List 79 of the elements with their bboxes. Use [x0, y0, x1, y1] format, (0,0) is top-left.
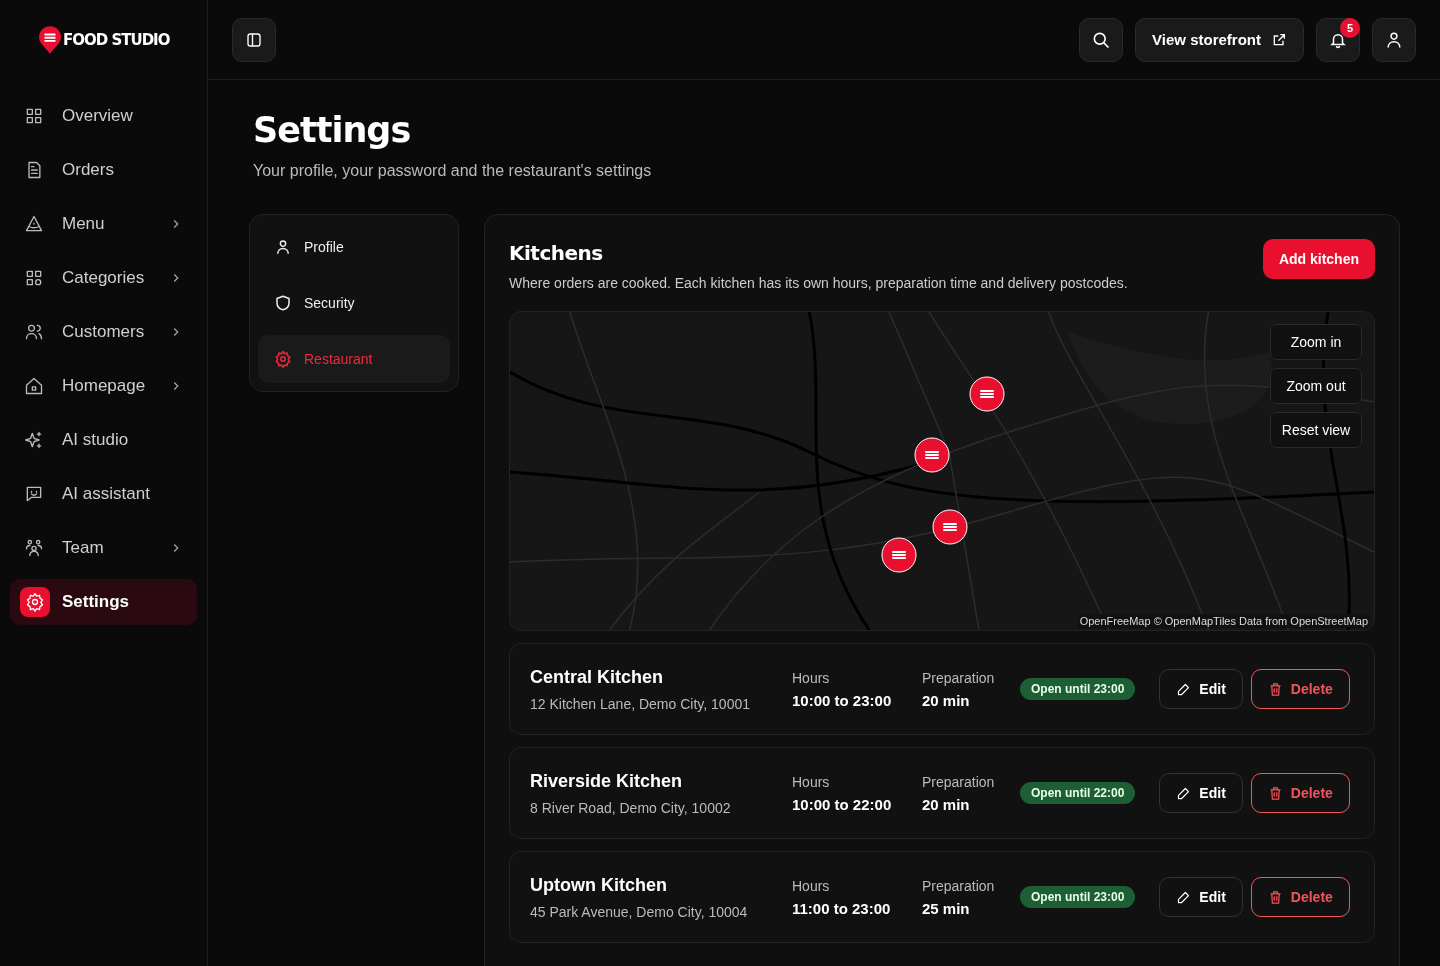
map-control-button[interactable]: Zoom out — [1270, 368, 1362, 404]
pencil-icon — [1176, 681, 1192, 697]
preparation-value: 25 min — [922, 899, 971, 917]
logo-pin-icon — [39, 26, 61, 54]
open-status-badge: Open until 23:00 — [1020, 886, 1136, 908]
kitchen-name: Riverside Kitchen — [530, 770, 684, 792]
external-link-icon — [1271, 31, 1287, 48]
people-icon — [24, 322, 44, 342]
open-status-badge: Open until 23:00 — [1020, 678, 1136, 700]
preparation-value: 20 min — [922, 691, 971, 709]
kitchen-name: Uptown Kitchen — [530, 874, 668, 896]
preparation-label: Preparation — [922, 773, 996, 790]
kitchen-address: 12 Kitchen Lane, Demo City, 10001 — [530, 695, 751, 712]
notifications-button[interactable]: 5 — [1316, 17, 1360, 62]
page-subtitle: Your profile, your password and the restaurant's settings — [253, 162, 653, 180]
view-storefront-button[interactable]: View storefront — [1135, 17, 1304, 62]
sidebar-item[interactable]: Overview — [10, 93, 197, 139]
add-kitchen-button[interactable]: Add kitchen — [1262, 239, 1375, 279]
account-button[interactable] — [1372, 17, 1416, 62]
sidebar-toggle-button[interactable] — [232, 17, 276, 62]
preparation-value: 20 min — [922, 795, 971, 813]
delete-button[interactable]: Delete — [1250, 669, 1350, 709]
house-icon — [24, 376, 44, 396]
kitchen-address: 8 River Road, Demo City, 10002 — [530, 799, 732, 816]
burger-marker-icon[interactable] — [881, 537, 917, 573]
settings-nav-item[interactable]: Security — [258, 279, 450, 327]
sidebar-item[interactable]: Settings — [10, 579, 197, 625]
map-attribution: OpenFreeMap © OpenMapTiles Data from OpenStreetMap — [1077, 614, 1370, 628]
burger-marker-icon[interactable] — [932, 509, 968, 545]
grid-icon — [24, 106, 44, 126]
kitchen-address: 45 Park Avenue, Demo City, 10004 — [530, 903, 749, 920]
sidebar-item[interactable]: Team — [10, 525, 197, 571]
hours-label: Hours — [792, 877, 831, 894]
page-title: Settings — [253, 110, 412, 150]
grid-icon — [24, 268, 44, 288]
sidebar-item[interactable]: Categories — [10, 255, 197, 301]
kitchen-name: Central Kitchen — [530, 666, 665, 688]
person-icon — [274, 238, 292, 256]
sidebar-item[interactable]: Menu — [10, 201, 197, 247]
edit-button[interactable]: Edit — [1159, 669, 1243, 709]
sidebar-item[interactable]: Orders — [10, 147, 197, 193]
group-icon — [24, 538, 44, 558]
map[interactable]: Zoom in Zoom out Reset view OpenFreeMap © OpenMapTiles Data from OpenStreetMap — [509, 311, 1375, 631]
delete-button[interactable]: Delete — [1250, 877, 1350, 917]
map-control-button[interactable]: Zoom in — [1270, 324, 1362, 360]
notification-count-badge: 5 — [1340, 17, 1360, 38]
section-description: Where orders are cooked. Each kitchen has its own hours, preparation time and delivery postcodes. — [509, 275, 1128, 291]
pizza-slice-icon — [24, 214, 44, 234]
hours-value: 11:00 to 23:00 — [792, 899, 892, 917]
settings-icon — [20, 587, 50, 617]
pencil-icon — [1176, 785, 1192, 801]
search-button[interactable] — [1079, 17, 1124, 62]
open-status-badge: Open until 22:00 — [1020, 782, 1136, 804]
shield-icon — [274, 294, 292, 312]
delete-button[interactable]: Delete — [1250, 773, 1350, 813]
settings-nav-item[interactable]: Restaurant — [258, 335, 450, 383]
hours-value: 10:00 to 22:00 — [792, 795, 893, 813]
section-title: Kitchens — [509, 241, 604, 265]
sidebar-item[interactable]: AI studio — [10, 417, 197, 463]
sidebar-panel-icon — [245, 30, 263, 49]
burger-marker-icon[interactable] — [969, 376, 1005, 412]
sparkle-icon — [24, 430, 44, 450]
burger-marker-icon[interactable] — [914, 437, 950, 473]
preparation-label: Preparation — [922, 877, 996, 894]
sidebar-item[interactable]: Homepage — [10, 363, 197, 409]
hours-value: 10:00 to 23:00 — [792, 691, 893, 709]
hours-label: Hours — [792, 773, 831, 790]
edit-button[interactable]: Edit — [1159, 877, 1243, 917]
brand-name: FOOD STUDIO — [63, 31, 170, 49]
pencil-icon — [1176, 889, 1192, 905]
sidebar-item[interactable]: AI assistant — [10, 471, 197, 517]
sidebar-item[interactable]: Customers — [10, 309, 197, 355]
map-control-button[interactable]: Reset view — [1270, 412, 1362, 448]
edit-button[interactable]: Edit — [1159, 773, 1243, 813]
settings-nav-item[interactable]: Profile — [258, 223, 450, 271]
preparation-label: Preparation — [922, 669, 996, 686]
gear-icon — [274, 350, 292, 368]
hours-label: Hours — [792, 669, 831, 686]
chat-bubble-icon — [24, 484, 44, 504]
